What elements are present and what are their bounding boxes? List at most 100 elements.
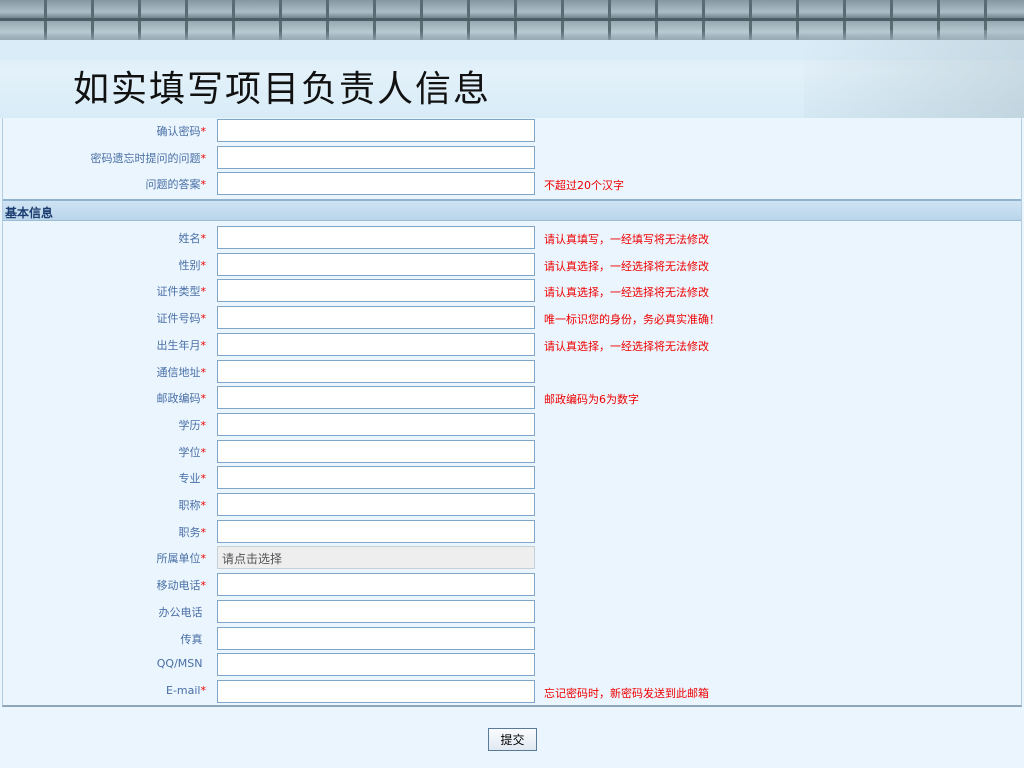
field-label-text: 邮政编码 [156, 392, 201, 406]
field-hint: 不超过20个汉字 [544, 179, 624, 193]
field-label-text: 传真 [180, 632, 203, 646]
text-input[interactable] [217, 226, 535, 249]
required-asterisk: * [200, 178, 207, 192]
field-label-text: 问题的答案 [145, 178, 201, 192]
required-asterisk: * [200, 338, 207, 352]
field-label: 职称* [179, 497, 207, 513]
banner-decoration [804, 30, 1024, 118]
form-row: 通信地址* [3, 359, 1021, 384]
required-asterisk [203, 633, 207, 646]
field-label: 学历* [179, 417, 207, 433]
text-input[interactable] [217, 573, 535, 597]
field-label-text: 所属单位 [156, 552, 201, 566]
text-input[interactable] [217, 119, 535, 142]
text-input[interactable] [217, 386, 535, 410]
required-asterisk: * [200, 312, 207, 326]
required-asterisk: * [200, 525, 207, 539]
text-input[interactable] [217, 412, 535, 436]
form-row: 邮政编码* 邮政编码为6为数字 [3, 386, 1021, 410]
required-asterisk: * [200, 472, 207, 486]
text-input[interactable] [217, 599, 535, 623]
field-label-text: 密码遗忘时提问的问题 [90, 151, 201, 165]
required-asterisk: * [200, 552, 207, 566]
field-label-text: 通信地址 [156, 365, 201, 379]
field-label-text: 职务 [178, 525, 201, 539]
required-asterisk [203, 657, 207, 670]
form-row: 所属单位* 请点击选择 [3, 546, 1021, 570]
form-row: 密码遗忘时提问的问题* [3, 145, 1021, 170]
form-row: QQ/MSN [3, 653, 1021, 677]
form-row: 移动电话* [3, 573, 1021, 597]
text-input[interactable] [217, 306, 535, 330]
text-input[interactable] [217, 332, 535, 356]
form-row: 问题的答案* 不超过20个汉字 [3, 172, 1021, 196]
form-row: 姓名* 请认真填写，一经填写将无法修改 [3, 226, 1021, 250]
form-row: 传真 [3, 626, 1021, 651]
registration-form: 基本信息 确认密码* 密码遗忘时提问的问题* 问题的答案* 不超过20个汉字 姓名* 请认… [2, 118, 1022, 707]
form-row: 专业* [3, 466, 1021, 490]
required-asterisk: * [200, 365, 207, 379]
text-input[interactable] [217, 252, 535, 276]
field-label-text: 办公电话 [158, 605, 203, 619]
field-label: 所属单位* [157, 550, 207, 566]
form-row: E-mail* 忘记密码时，新密码发送到此邮箱 [3, 679, 1021, 704]
text-input[interactable] [217, 145, 535, 169]
text-input[interactable] [217, 466, 535, 490]
field-hint: 请认真填写，一经填写将无法修改 [544, 233, 709, 246]
field-label-text: 专业 [178, 472, 201, 486]
form-row: 学位* [3, 439, 1021, 464]
page-header: 如实填写项目负责人信息 [0, 0, 1024, 118]
field-label: 学位* [179, 444, 207, 460]
field-label: 职务* [179, 524, 207, 540]
text-input[interactable] [217, 519, 535, 543]
field-hint: 邮政编码为6为数字 [544, 393, 639, 407]
field-label: 证件类型* [157, 283, 207, 299]
field-label: 办公电话 [159, 604, 207, 620]
field-label-text: 学位 [178, 445, 201, 459]
text-input[interactable] [217, 359, 535, 383]
form-row: 学历* [3, 412, 1021, 437]
required-asterisk: * [200, 418, 207, 432]
field-label: 证件号码* [157, 310, 207, 326]
required-asterisk: * [200, 579, 207, 593]
form-row: 职务* [3, 519, 1021, 544]
text-input[interactable] [217, 439, 535, 463]
form-row: 办公电话 [3, 599, 1021, 624]
required-asterisk: * [200, 285, 207, 299]
field-label: 专业* [179, 470, 207, 486]
field-label: 确认密码* [157, 123, 207, 139]
field-label-text: 证件类型 [156, 285, 201, 299]
form-row: 证件号码* 唯一标识您的身份，务必真实准确！ [3, 306, 1021, 330]
field-label: 移动电话* [157, 577, 207, 593]
text-input[interactable] [217, 679, 535, 703]
required-asterisk: * [200, 392, 207, 406]
field-hint: 请认真选择，一经选择将无法修改 [544, 339, 709, 353]
field-label: 问题的答案* [146, 176, 207, 192]
required-asterisk [203, 606, 207, 619]
text-input[interactable] [217, 279, 535, 303]
text-input[interactable] [217, 626, 535, 650]
field-label: QQ/MSN [157, 657, 206, 670]
field-label-text: 移动电话 [156, 579, 201, 593]
form-row: 证件类型* 请认真选择，一经选择将无法修改 [3, 279, 1021, 303]
text-input[interactable] [217, 172, 535, 196]
text-input[interactable]: 请点击选择 [217, 546, 535, 570]
field-label: 通信地址* [157, 364, 207, 380]
field-label: 密码遗忘时提问的问题* [91, 150, 207, 166]
text-input[interactable] [217, 493, 535, 516]
required-asterisk: * [200, 151, 207, 165]
submit-button[interactable]: 提交 [488, 728, 537, 751]
text-input[interactable] [217, 653, 535, 677]
field-label: 邮政编码* [157, 390, 207, 406]
required-asterisk: * [200, 258, 207, 272]
form-row: 出生年月* 请认真选择，一经选择将无法修改 [3, 332, 1021, 357]
field-hint: 忘记密码时，新密码发送到此邮箱 [544, 686, 709, 700]
field-label-text: 确认密码 [156, 125, 201, 138]
required-asterisk: * [200, 445, 207, 459]
required-asterisk: * [200, 499, 207, 512]
field-hint: 唯一标识您的身份，务必真实准确！ [544, 313, 720, 327]
field-label-text: 学历 [178, 418, 201, 432]
field-label-text: QQ/MSN [156, 657, 203, 671]
field-label-text: E-mail [166, 683, 201, 697]
form-row: 职称* [3, 493, 1021, 517]
